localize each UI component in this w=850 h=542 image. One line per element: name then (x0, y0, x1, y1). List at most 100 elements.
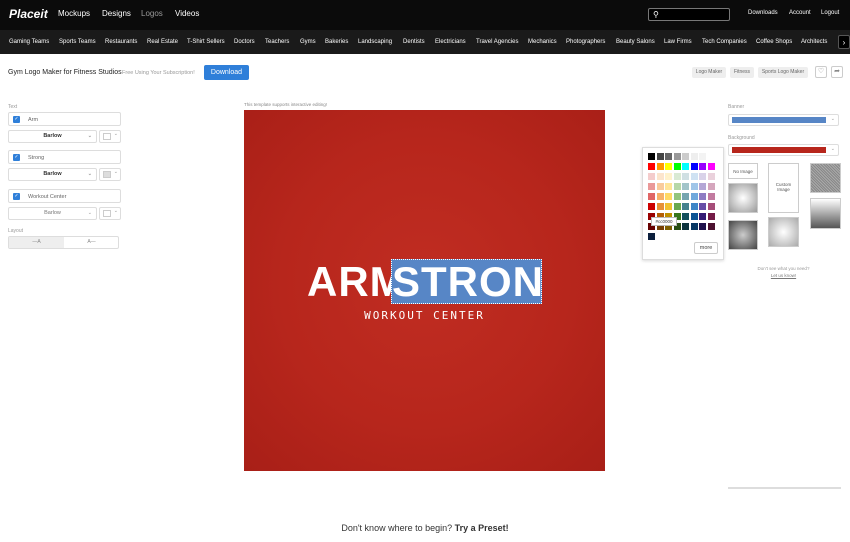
color-swatch-cell[interactable] (648, 233, 655, 240)
color-swatch-cell[interactable] (648, 193, 655, 200)
category-item[interactable]: Electricians (435, 39, 466, 45)
color-swatch-cell[interactable] (648, 183, 655, 190)
color-swatch-cell[interactable] (682, 223, 689, 230)
category-item[interactable]: Teachers (265, 39, 289, 45)
color-swatch-cell[interactable] (682, 213, 689, 220)
bg-option-noise[interactable] (810, 163, 841, 193)
color-swatch-cell[interactable] (656, 203, 664, 210)
nav-designs[interactable]: Designs (102, 9, 131, 18)
color-swatch-cell[interactable] (707, 153, 715, 160)
color-swatch-cell[interactable] (656, 163, 664, 170)
color-swatch-cell[interactable] (673, 183, 681, 190)
layout-option-left[interactable]: —A (9, 237, 64, 248)
logout-link[interactable]: Logout (821, 10, 839, 16)
font-select-1[interactable]: Barlow ⌄ (8, 130, 97, 143)
downloads-link[interactable]: Downloads (748, 10, 778, 16)
color-swatch-cell[interactable] (707, 163, 715, 170)
bg-option-soft-radial[interactable] (768, 217, 799, 247)
text-color-select-1[interactable]: ⌄ (99, 130, 121, 143)
tag-fitness[interactable]: Fitness (730, 67, 754, 78)
color-swatch-cell[interactable] (690, 153, 698, 160)
banner-color-select[interactable]: ⌄ (728, 114, 839, 126)
bg-option-no-image[interactable]: No Image (728, 163, 758, 179)
category-item[interactable]: Photographers (566, 39, 605, 45)
color-swatch-cell[interactable] (707, 213, 715, 220)
category-next-button[interactable]: › (838, 35, 850, 49)
bg-option-gradient[interactable] (810, 198, 841, 229)
bg-option-light-radial[interactable] (728, 183, 758, 213)
logo-canvas[interactable]: ARM STRONG WORKOUT CENTER (244, 110, 605, 471)
font-select-2[interactable]: Barlow ⌄ (8, 168, 97, 181)
color-swatch-cell[interactable] (665, 163, 672, 170)
nav-mockups[interactable]: Mockups (58, 9, 90, 18)
color-swatch-cell[interactable] (648, 173, 655, 180)
color-swatch-cell[interactable] (656, 193, 664, 200)
placeit-logo[interactable]: Placeit (9, 7, 48, 21)
text-field-3[interactable]: ✓ Workout Center (8, 189, 121, 203)
color-swatch-cell[interactable] (707, 173, 715, 180)
color-swatch-cell[interactable] (682, 203, 689, 210)
color-swatch-cell[interactable] (699, 223, 706, 230)
tag-logo-maker[interactable]: Logo Maker (692, 67, 726, 78)
color-swatch-cell[interactable] (682, 193, 689, 200)
nav-logos[interactable]: Logos (141, 9, 163, 18)
color-swatch-cell[interactable] (682, 173, 689, 180)
text-field-2[interactable]: ✓ Strong (8, 150, 121, 164)
background-color-select[interactable]: ⌄ (728, 144, 839, 156)
text-color-select-2[interactable]: ⌄ (99, 168, 121, 181)
category-item[interactable]: Beauty Salons (616, 39, 655, 45)
color-swatch-cell[interactable] (673, 203, 681, 210)
color-swatch-cell[interactable] (699, 203, 706, 210)
color-swatch-cell[interactable] (682, 183, 689, 190)
color-swatch-cell[interactable] (699, 193, 706, 200)
account-link[interactable]: Account (789, 10, 811, 16)
download-button[interactable]: Download (204, 65, 249, 80)
category-item[interactable]: Coffee Shops (756, 39, 792, 45)
color-swatch-cell[interactable] (690, 223, 698, 230)
category-item[interactable]: T-Shirt Sellers (187, 39, 225, 45)
category-item[interactable]: Sports Teams (59, 39, 96, 45)
checkbox[interactable]: ✓ (13, 116, 20, 123)
search-input[interactable]: ⚲ (648, 8, 730, 21)
color-swatch-cell[interactable] (690, 183, 698, 190)
tag-sports-logo-maker[interactable]: Sports Logo Maker (758, 67, 808, 78)
color-swatch-cell[interactable] (673, 193, 681, 200)
color-swatch-cell[interactable] (699, 163, 706, 170)
color-swatch-cell[interactable] (690, 203, 698, 210)
color-swatch-cell[interactable] (665, 193, 672, 200)
color-swatch-cell[interactable] (707, 183, 715, 190)
try-preset-link[interactable]: Try a Preset! (455, 523, 509, 533)
bg-option-dark-radial[interactable] (728, 220, 758, 250)
checkbox[interactable]: ✓ (13, 154, 20, 161)
category-item[interactable]: Doctors (234, 39, 255, 45)
color-swatch-cell[interactable] (690, 163, 698, 170)
text-field-1[interactable]: ✓ Arm (8, 112, 121, 126)
color-swatch-cell[interactable] (665, 183, 672, 190)
color-swatch-cell[interactable] (648, 153, 655, 160)
color-swatch-cell[interactable] (656, 153, 664, 160)
more-colors-button[interactable]: more (694, 242, 718, 254)
color-swatch-cell[interactable] (656, 183, 664, 190)
category-item[interactable]: Travel Agencies (476, 39, 518, 45)
color-swatch-cell[interactable] (665, 203, 672, 210)
color-swatch-cell[interactable] (673, 173, 681, 180)
logo-word-strong[interactable]: STRONG (391, 259, 542, 304)
color-swatch-cell[interactable] (707, 203, 715, 210)
checkbox[interactable]: ✓ (13, 193, 20, 200)
color-swatch-cell[interactable] (648, 203, 655, 210)
favorite-button[interactable]: ♡ (815, 66, 827, 78)
logo-subline[interactable]: WORKOUT CENTER (244, 309, 605, 322)
category-item[interactable]: Tech Companies (702, 39, 747, 45)
color-swatch-cell[interactable] (690, 213, 698, 220)
font-select-3[interactable]: Barlow ⌄ (8, 207, 97, 220)
color-swatch-cell[interactable] (699, 173, 706, 180)
category-item[interactable]: Mechanics (528, 39, 557, 45)
color-swatch-cell[interactable] (682, 153, 689, 160)
category-item[interactable]: Landscaping (358, 39, 392, 45)
color-swatch-cell[interactable] (656, 173, 664, 180)
color-swatch-cell[interactable] (665, 173, 672, 180)
color-swatch-cell[interactable] (699, 213, 706, 220)
color-swatch-cell[interactable] (682, 163, 689, 170)
text-color-select-3[interactable]: ⌄ (99, 207, 121, 220)
nav-videos[interactable]: Videos (175, 9, 199, 18)
